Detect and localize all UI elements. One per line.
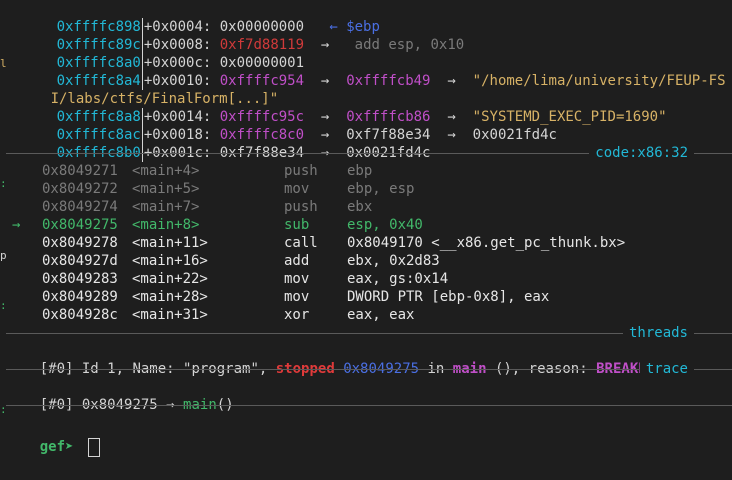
- trace-header-title: trace: [639, 360, 694, 378]
- trace-entry: [#0] 0x8049275 → main(): [39, 397, 234, 413]
- current-instruction-arrow-icon: →: [12, 217, 21, 233]
- code-line: 0x804928c <main+31> xor eax, eax: [42, 307, 415, 323]
- section-divider: [6, 369, 732, 370]
- prompt-divider: [6, 396, 732, 414]
- stack-panel: 0xffffc898 +0x0004: 0x00000000 ← $ebp 0xf…: [6, 0, 732, 162]
- stack-row-wrap: I/labs/ctfs/FinalForm[...]": [50, 91, 279, 107]
- threads-section-header: threads: [6, 324, 732, 342]
- code-section-header: code:x86:32: [6, 144, 732, 162]
- code-line: 0x8049274 <main+7> push ebx: [42, 199, 373, 215]
- stack-row: 0xffffc898 +0x0004: 0x00000000 ← $ebp: [56, 18, 380, 36]
- code-line: 0x8049278 <main+11> call 0x8049170 <__x86.g…: [42, 235, 626, 251]
- thread-entry: [#0] Id 1, Name: "program", stopped 0x80…: [39, 361, 681, 377]
- stack-row: 0xffffc8b0 +0x001c: 0xf7f88e34 → 0x0021fd…: [56, 144, 431, 162]
- trace-section-header: trace: [6, 360, 732, 378]
- code-line: 0x8049283 <main+22> mov eax, gs:0x14: [42, 271, 449, 287]
- code-panel: 0x8049271 <main+4> push ebp 0x8049272 <main+…: [6, 162, 732, 324]
- text-cursor[interactable]: [87, 437, 100, 457]
- gdb-terminal: 0xffffc898 +0x0004: 0x00000000 ← $ebp 0xf…: [6, 0, 732, 457]
- code-line: 0x8049289 <main+28> mov DWORD PTR [ebp-0x8]…: [42, 289, 550, 305]
- section-divider: [6, 405, 732, 406]
- threads-header-title: threads: [622, 324, 694, 342]
- code-line: 0x8049271 <main+4> push ebp: [42, 163, 373, 179]
- stack-row: 0xffffc89c +0x0008: 0xf7d88119 → add esp,…: [56, 36, 465, 54]
- gef-prompt: gef➤: [39, 439, 82, 455]
- stack-row: 0xffffc8ac +0x0018: 0xffffc8c0 → 0xf7f88e…: [56, 126, 557, 144]
- stack-row: 0xffffc8a8 +0x0014: 0xffffc95c → 0xffffcb…: [56, 108, 667, 126]
- code-header-title: code:x86:32: [589, 144, 694, 162]
- code-line: 0x804927d <main+16> add ebx, 0x2d83: [42, 253, 440, 269]
- stack-row: 0xffffc8a4 +0x0010: 0xffffc954 → 0xffffcb…: [56, 72, 726, 90]
- stack-row: 0xffffc8a0 +0x000c: 0x00000001: [56, 54, 305, 72]
- code-line: 0x8049272 <main+5> mov ebp, esp: [42, 181, 415, 197]
- code-line-current: → 0x8049275 <main+8> sub esp, 0x40: [6, 216, 732, 234]
- command-prompt-line[interactable]: gef➤: [6, 414, 732, 457]
